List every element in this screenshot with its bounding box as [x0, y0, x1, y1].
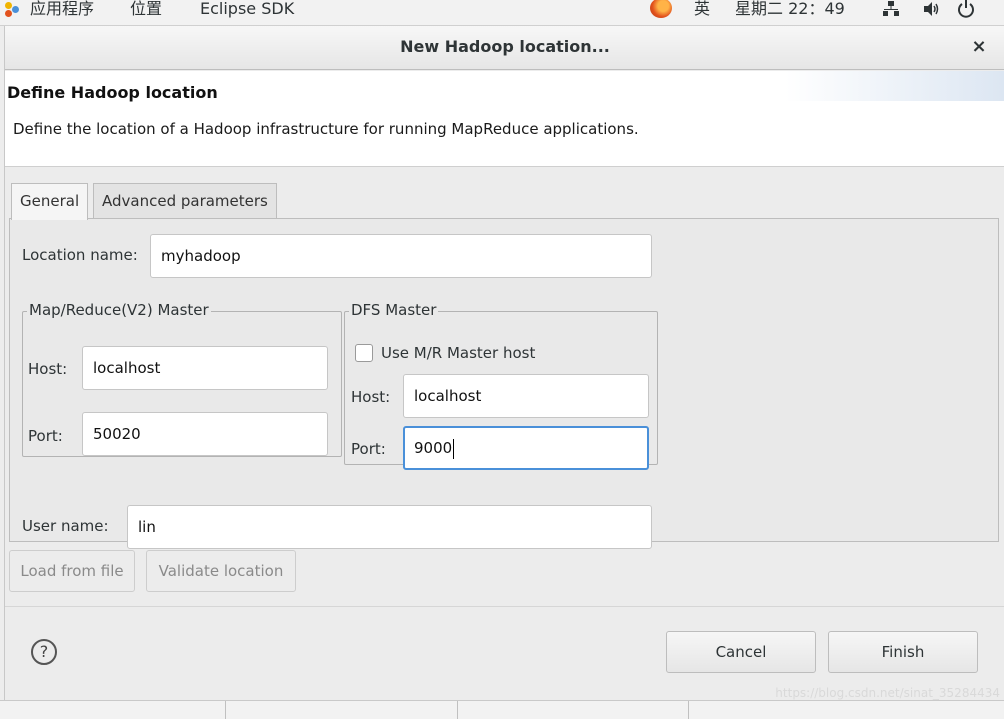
- mr-port-label: Port:: [28, 427, 63, 445]
- bottom-taskbar: [0, 700, 1004, 719]
- dfs-port-value: 9000: [414, 439, 453, 457]
- new-hadoop-location-dialog: New Hadoop location... × Define Hadoop l…: [4, 26, 1004, 700]
- dfs-master-legend: DFS Master: [349, 301, 439, 319]
- user-name-input[interactable]: lin: [127, 505, 652, 549]
- mr-master-legend: Map/Reduce(V2) Master: [27, 301, 211, 319]
- header-title: Define Hadoop location: [7, 83, 218, 102]
- dialog-header: Define Hadoop location Define the locati…: [5, 71, 1004, 167]
- tab-general[interactable]: General: [11, 183, 89, 220]
- firefox-icon[interactable]: [650, 0, 672, 18]
- places-menu[interactable]: 位置: [130, 0, 162, 20]
- watermark-text: https://blog.csdn.net/sinat_35284434: [775, 686, 1000, 700]
- applications-menu[interactable]: 应用程序: [30, 0, 94, 20]
- dialog-titlebar[interactable]: New Hadoop location... ×: [5, 26, 1004, 70]
- help-icon[interactable]: ?: [31, 639, 57, 665]
- general-tab-panel: Location name: myhadoop Map/Reduce(V2) M…: [9, 218, 999, 549]
- button-bar-separator: [5, 606, 1004, 607]
- finish-button[interactable]: Finish: [828, 631, 978, 673]
- tab-advanced-parameters[interactable]: Advanced parameters: [93, 183, 277, 219]
- use-mr-master-host-checkbox[interactable]: [355, 344, 373, 362]
- dfs-host-input[interactable]: localhost: [403, 374, 649, 418]
- validate-location-button[interactable]: Validate location: [146, 550, 296, 592]
- volume-icon[interactable]: [922, 0, 940, 18]
- taskbar-divider: [457, 701, 458, 719]
- applications-icon[interactable]: [3, 0, 23, 18]
- dialog-title: New Hadoop location...: [400, 37, 610, 56]
- dfs-port-label: Port:: [351, 440, 386, 458]
- load-from-file-button[interactable]: Load from file: [9, 550, 135, 592]
- text-caret: [453, 438, 455, 459]
- cancel-button[interactable]: Cancel: [666, 631, 816, 673]
- dfs-master-group: DFS Master Use M/R Master host Host: loc…: [344, 301, 658, 470]
- header-banner: [785, 71, 1004, 101]
- close-icon[interactable]: ×: [969, 37, 989, 57]
- user-name-label: User name:: [22, 517, 109, 535]
- clock[interactable]: 星期二 22：49: [735, 0, 845, 20]
- taskbar-divider: [225, 701, 226, 719]
- power-icon[interactable]: [957, 0, 975, 18]
- app-name-menu[interactable]: Eclipse SDK: [200, 0, 294, 20]
- mr-port-input[interactable]: 50020: [82, 412, 328, 456]
- mr-host-label: Host:: [28, 360, 68, 378]
- mr-host-input[interactable]: localhost: [82, 346, 328, 390]
- input-method-indicator[interactable]: 英: [694, 0, 710, 20]
- taskbar-divider: [688, 701, 689, 719]
- mr-master-group: Map/Reduce(V2) Master Host: localhost Po…: [22, 301, 342, 457]
- header-description: Define the location of a Hadoop infrastr…: [13, 120, 639, 138]
- network-icon[interactable]: [882, 0, 900, 18]
- top-panel: 应用程序 位置 Eclipse SDK 英 星期二 22：49: [0, 0, 1004, 26]
- dfs-host-label: Host:: [351, 388, 391, 406]
- location-name-input[interactable]: myhadoop: [150, 234, 652, 278]
- use-mr-master-host-label[interactable]: Use M/R Master host: [381, 344, 535, 362]
- dfs-port-input[interactable]: 9000: [403, 426, 649, 470]
- location-name-label: Location name:: [22, 246, 138, 264]
